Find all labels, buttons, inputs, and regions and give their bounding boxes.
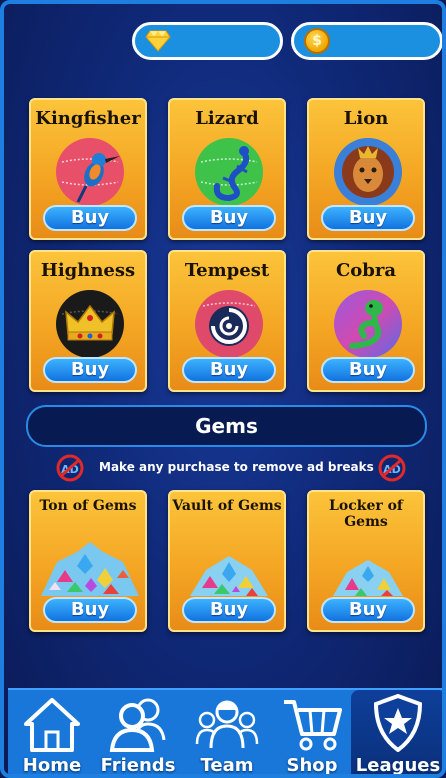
crown-ball-icon [56, 290, 124, 358]
gem-pack-name: Vault of Gems [172, 498, 282, 514]
nav-label: Shop [286, 755, 338, 776]
cobra-ball-icon [334, 290, 402, 358]
ball-name: Highness [40, 260, 136, 281]
ball-card-lizard: Lizard Buy [168, 98, 286, 240]
gem-pile-icon [41, 542, 139, 596]
shop-screen: $ Kingfisher Buy Lizard Buy Lion Buy Hig… [0, 0, 446, 778]
ball-card-cobra: Cobra Buy [307, 250, 425, 392]
gem-pile-icon [190, 556, 268, 596]
nav-home[interactable]: Home [10, 690, 94, 776]
remove-ads-text: Make any purchase to remove ad breaks [99, 460, 374, 474]
buy-button[interactable]: Buy [321, 357, 415, 383]
nav-leagues[interactable]: Leagues [352, 690, 442, 776]
nav-label: Leagues [355, 755, 441, 776]
ball-card-highness: Highness Buy [29, 250, 147, 392]
ball-name: Cobra [335, 260, 397, 281]
remove-ads-notice: AD Make any purchase to remove ad breaks… [54, 454, 410, 482]
buy-button[interactable]: Buy [182, 597, 276, 623]
buy-button[interactable]: Buy [321, 597, 415, 623]
lion-ball-icon [334, 138, 402, 206]
buy-button[interactable]: Buy [43, 357, 137, 383]
ball-name: Tempest [184, 260, 270, 281]
ball-card-tempest: Tempest Buy [168, 250, 286, 392]
no-ads-icon: AD [56, 454, 84, 482]
tempest-ball-icon [195, 290, 263, 358]
nav-label: Friends [100, 755, 176, 776]
gem-pack-ton: Ton of Gems Buy [29, 490, 147, 632]
gems-balance-pill[interactable] [132, 22, 283, 60]
leagues-shield-icon [373, 694, 423, 752]
home-icon [24, 698, 80, 752]
gem-pile-icon [333, 560, 403, 596]
coin-icon: $ [304, 28, 330, 54]
ball-name: Lion [343, 108, 389, 129]
team-icon [195, 700, 259, 749]
coins-balance-pill[interactable]: $ [291, 22, 442, 60]
ball-card-kingfisher: Kingfisher Buy [29, 98, 147, 240]
ball-card-lion: Lion Buy [307, 98, 425, 240]
no-ads-icon: AD [378, 454, 406, 482]
nav-friends[interactable]: Friends [94, 690, 182, 776]
gems-section-title: Gems [26, 405, 427, 447]
nav-shop[interactable]: Shop [272, 690, 352, 776]
bottom-navigation: Home Friends Team Shop Leagues [8, 688, 442, 776]
ball-name: Kingfisher [35, 108, 141, 129]
cart-icon [284, 700, 342, 751]
gem-pack-vault: Vault of Gems Buy [168, 490, 286, 632]
buy-button[interactable]: Buy [43, 597, 137, 623]
buy-button[interactable]: Buy [182, 357, 276, 383]
nav-label: Team [200, 755, 254, 776]
ball-name: Lizard [195, 108, 259, 129]
nav-label: Home [22, 755, 82, 776]
kingfisher-ball-icon [56, 138, 124, 206]
friends-icon [109, 698, 166, 752]
gem-pack-locker: Locker of Gems Buy [307, 490, 425, 632]
lizard-ball-icon [195, 138, 263, 206]
nav-team[interactable]: Team [182, 690, 272, 776]
gem-pack-name: Ton of Gems [39, 498, 137, 514]
diamond-icon [145, 30, 171, 52]
buy-button[interactable]: Buy [182, 205, 276, 231]
buy-button[interactable]: Buy [43, 205, 137, 231]
buy-button[interactable]: Buy [321, 205, 415, 231]
